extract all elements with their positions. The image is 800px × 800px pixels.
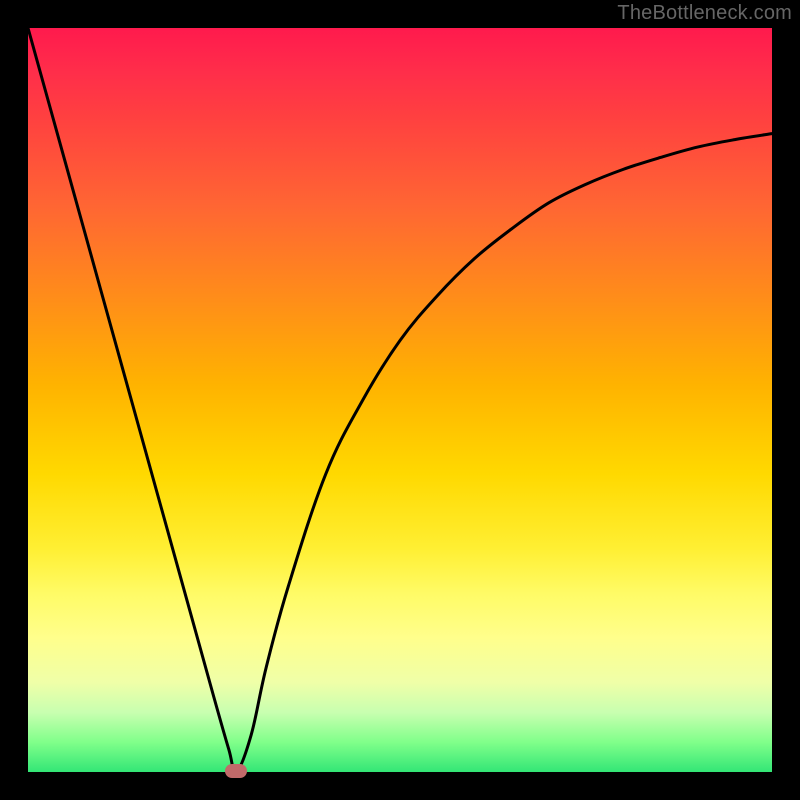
chart-frame: TheBottleneck.com [0,0,800,800]
plot-area [28,28,772,772]
curve-line [28,28,772,772]
curve-svg [28,28,772,772]
minimum-marker [225,764,247,778]
attribution-text: TheBottleneck.com [617,2,792,25]
